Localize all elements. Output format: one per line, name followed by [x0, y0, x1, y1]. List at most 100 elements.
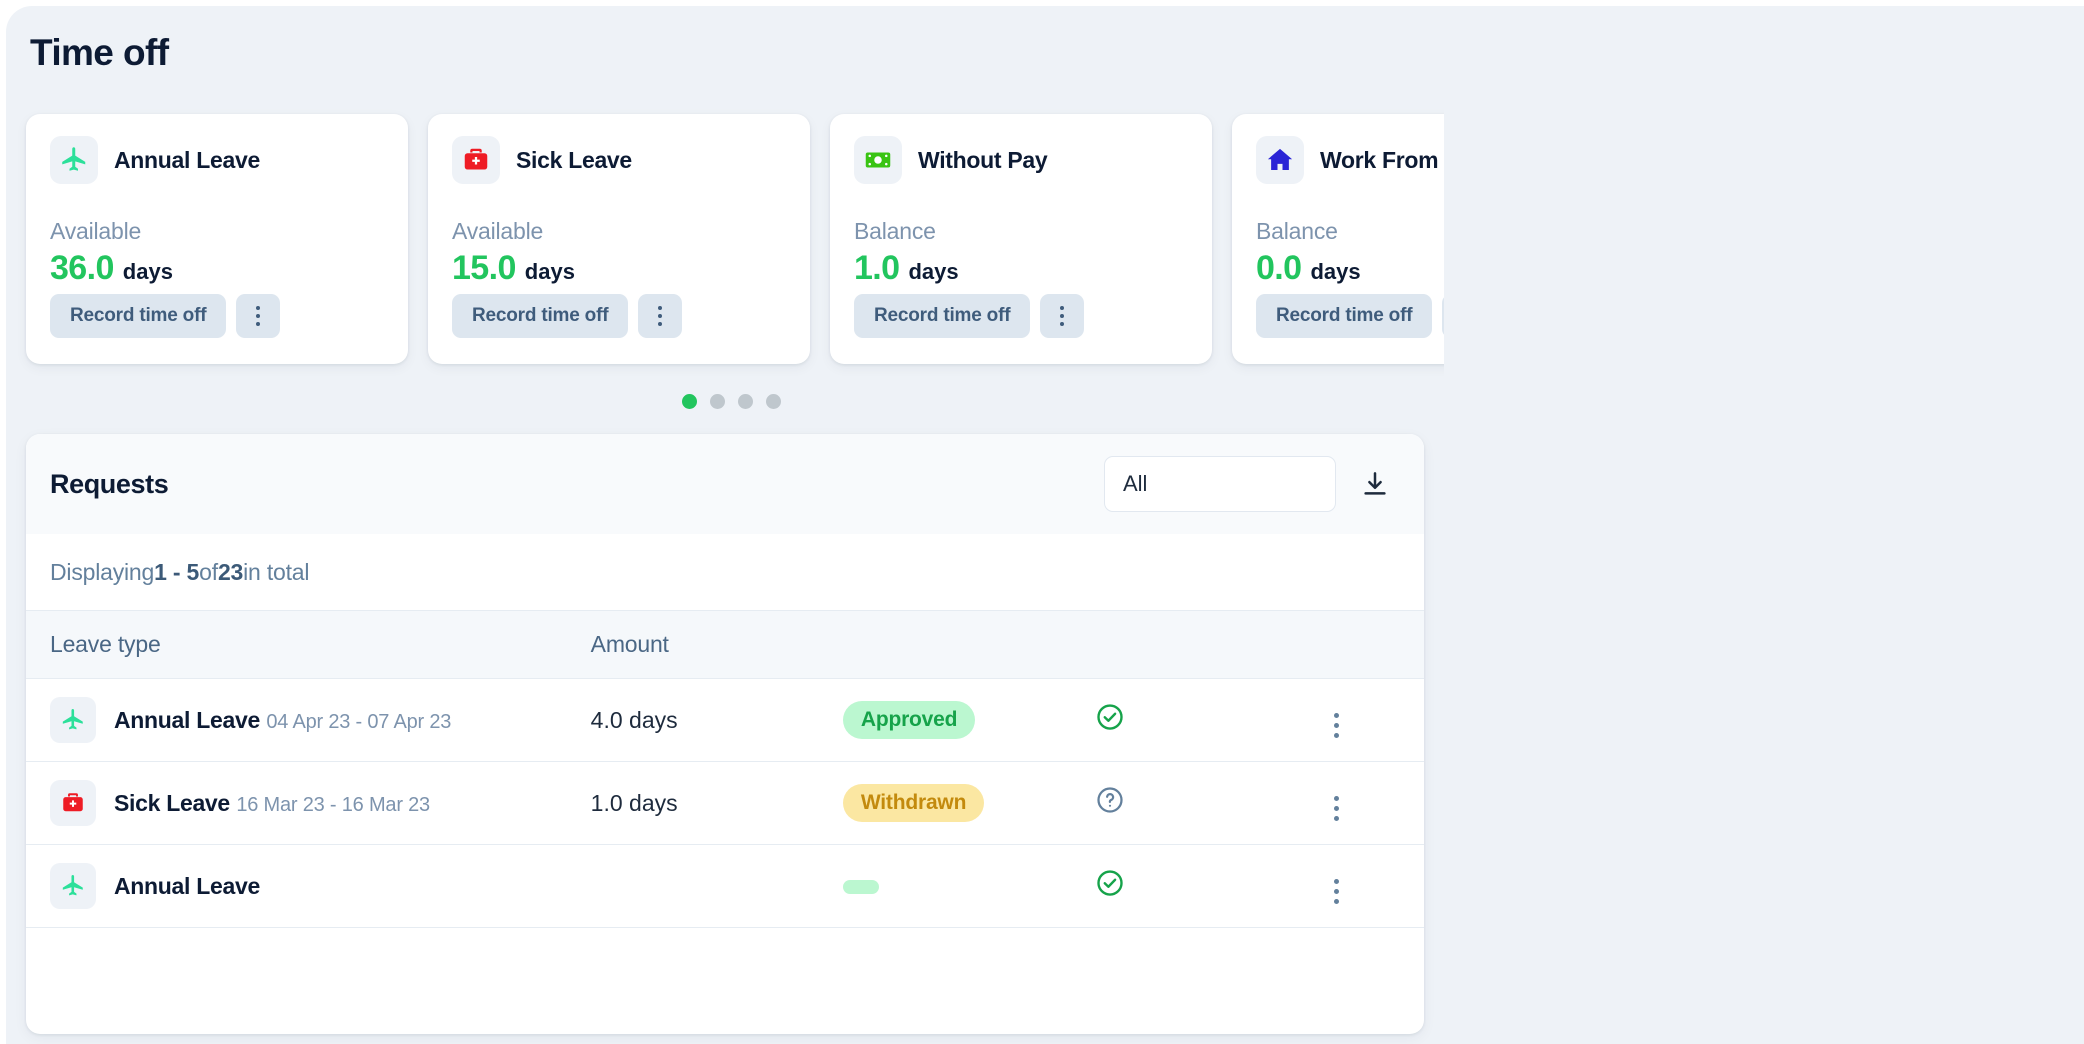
card-more-options-button[interactable] [1442, 294, 1444, 338]
card-balance-label: Balance [1256, 218, 1338, 244]
leave-type-dates: 04 Apr 23 - 07 Apr 23 [266, 710, 452, 733]
download-icon[interactable] [1352, 461, 1398, 507]
card-balance-unit: days [122, 259, 173, 284]
page-title: Time off [30, 32, 169, 73]
table-row[interactable]: Annual Leave 04 Apr 23 - 07 Apr 23 4.0 d… [26, 678, 1424, 762]
card-header: Without Pay [854, 136, 1188, 184]
leave-type-text: Sick Leave 16 Mar 23 - 16 Mar 23 [114, 790, 430, 817]
medical-bag-icon [452, 136, 500, 184]
leave-type-text: Annual Leave 04 Apr 23 - 07 Apr 23 [114, 707, 451, 734]
record-time-off-button[interactable]: Record time off [50, 294, 227, 338]
column-header-menu [1248, 610, 1424, 679]
table-header-row: Leave type Amount [26, 610, 1424, 679]
record-time-off-button[interactable]: Record time off [452, 294, 629, 338]
card-header: Work From Home [1256, 136, 1444, 184]
cell-status: Approved [842, 678, 1096, 762]
cell-status-icon [1095, 761, 1249, 845]
row-more-options-button[interactable] [1328, 707, 1345, 744]
table-row[interactable]: Annual Leave [26, 844, 1424, 928]
cell-menu [1248, 761, 1424, 845]
leave-type-name: Annual Leave [114, 706, 260, 733]
balance-cards-carousel[interactable]: Annual Leave Available 36.0 days Record … [18, 106, 1444, 376]
row-more-options-button[interactable] [1328, 873, 1345, 910]
check-circle-icon [1095, 870, 1125, 903]
carousel-dot-1[interactable] [681, 394, 697, 409]
screen-root: Time off Annual Leave Available 36.0 day… [0, 0, 2084, 1044]
card-more-options-button[interactable] [1040, 294, 1085, 338]
leave-type-name: Annual Leave [114, 872, 260, 899]
table-body: Annual Leave 04 Apr 23 - 07 Apr 23 4.0 d… [26, 678, 1424, 928]
displaying-middle: of [199, 558, 218, 585]
record-time-off-button[interactable]: Record time off [854, 294, 1031, 338]
airplane-icon [50, 863, 96, 909]
table-row[interactable]: Sick Leave 16 Mar 23 - 16 Mar 23 1.0 day… [26, 761, 1424, 845]
airplane-icon [50, 136, 98, 184]
cell-leave-type: Annual Leave [26, 844, 591, 928]
card-balance-label: Balance [854, 218, 936, 244]
requests-title: Requests [50, 468, 169, 499]
balance-card-sick-leave[interactable]: Sick Leave Available 15.0 days Record ti… [428, 114, 810, 364]
card-balance-unit: days [908, 259, 959, 284]
balance-card-work-from-home[interactable]: Work From Home Balance 0.0 days Record t… [1232, 114, 1444, 364]
leave-type-dates: 16 Mar 23 - 16 Mar 23 [236, 793, 430, 816]
card-title: Sick Leave [516, 146, 632, 173]
card-actions: Record time off [452, 294, 683, 338]
card-balance-value: 1.0 [854, 249, 900, 287]
displaying-total: 23 [217, 558, 244, 585]
card-actions: Record time off [854, 294, 1085, 338]
cell-amount [590, 844, 843, 928]
cell-status-icon [1095, 844, 1249, 928]
card-title: Work From Home [1320, 146, 1444, 173]
column-header-status [842, 610, 1096, 679]
carousel-dot-4[interactable] [765, 394, 781, 409]
displaying-suffix: in total [243, 558, 310, 585]
requests-panel-header: Requests All [26, 434, 1424, 534]
card-header: Sick Leave [452, 136, 786, 184]
status-badge: Approved [842, 701, 976, 739]
card-balance-value-row: 0.0 days [1256, 249, 1444, 288]
card-more-options-button[interactable] [236, 294, 281, 338]
record-time-off-button[interactable]: Record time off [1256, 294, 1433, 338]
card-balance-value-row: 36.0 days [50, 249, 384, 288]
carousel-dot-3[interactable] [737, 394, 753, 409]
status-badge: Withdrawn [842, 784, 985, 822]
displaying-prefix: Displaying [50, 558, 155, 585]
cell-status [842, 844, 1096, 928]
cell-menu [1248, 678, 1424, 762]
app-surface: Time off Annual Leave Available 36.0 day… [6, 6, 2084, 1044]
cell-status: Withdrawn [842, 761, 1096, 845]
balance-card-without-pay[interactable]: Without Pay Balance 1.0 days Record time… [830, 114, 1212, 364]
cell-menu [1248, 844, 1424, 928]
leave-type-name: Sick Leave [114, 789, 230, 816]
card-balance-label: Available [50, 218, 142, 244]
card-balance-value: 36.0 [50, 249, 114, 287]
card-actions: Record time off [50, 294, 281, 338]
cell-leave-type: Annual Leave 04 Apr 23 - 07 Apr 23 [26, 678, 591, 762]
card-actions: Record time off [1256, 294, 1444, 338]
cell-amount: 4.0 days [590, 678, 843, 762]
leave-type-text: Annual Leave [114, 873, 260, 900]
column-header-leave-type[interactable]: Leave type [26, 610, 591, 679]
column-header-amount[interactable]: Amount [590, 610, 843, 679]
check-circle-icon [1095, 704, 1125, 737]
table-head: Leave type Amount [26, 610, 1424, 679]
card-title: Without Pay [918, 146, 1048, 173]
balance-card-annual-leave[interactable]: Annual Leave Available 36.0 days Record … [26, 114, 408, 364]
requests-filter-value: All [1123, 471, 1148, 496]
card-balance-value: 15.0 [452, 249, 516, 287]
card-balance-value-row: 15.0 days [452, 249, 786, 288]
requests-table: Leave type Amount Annual Leave 04 Apr 23… [26, 610, 1424, 928]
card-balance-unit: days [524, 259, 575, 284]
requests-filter-select[interactable]: All [1104, 456, 1336, 512]
carousel-dot-2[interactable] [709, 394, 725, 409]
house-icon [1256, 136, 1304, 184]
card-more-options-button[interactable] [638, 294, 683, 338]
banknote-icon [854, 136, 902, 184]
row-more-options-button[interactable] [1328, 790, 1345, 827]
status-badge [842, 879, 879, 894]
displaying-range: 1 - 5 [154, 558, 200, 585]
card-balance-unit: days [1310, 259, 1361, 284]
card-balance-value: 0.0 [1256, 249, 1302, 287]
card-title: Annual Leave [114, 146, 260, 173]
displaying-summary: Displaying 1 - 5 of 23 in total [26, 534, 1424, 610]
